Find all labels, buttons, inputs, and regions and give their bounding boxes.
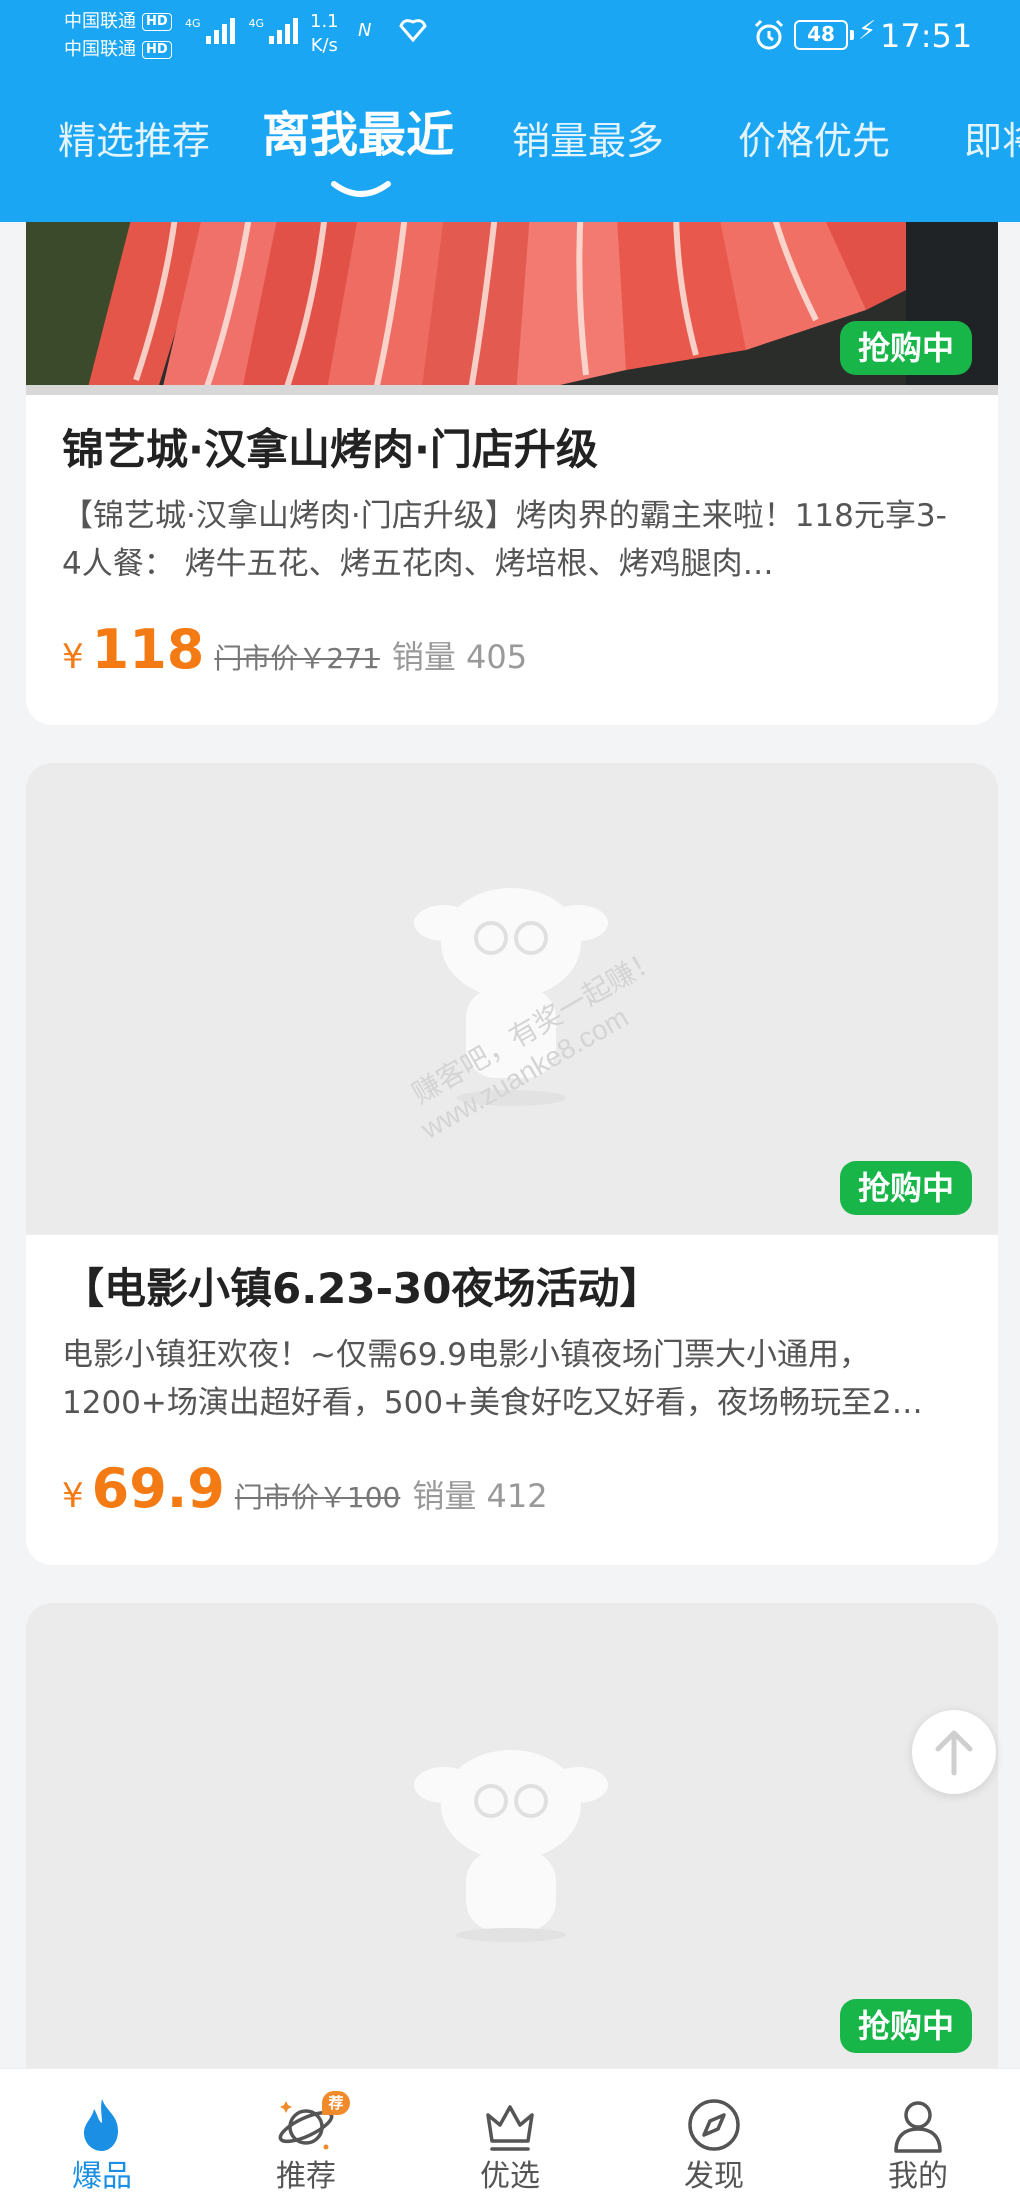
network-speed: 1.1 K/s — [310, 11, 339, 56]
tab-coming-soon[interactable]: 即将 — [964, 116, 1020, 166]
active-tab-indicator — [331, 181, 391, 197]
deal-description: 电影小镇狂欢夜！~仅需69.9电影小镇夜场门票大小通用，1200+场演出超好看，… — [62, 1337, 923, 1421]
arrow-up-icon — [935, 1730, 973, 1776]
deal-title: 锦艺城·汉拿山烤肉·门店升级 — [62, 425, 598, 474]
wifi-icon — [398, 16, 428, 46]
deal-image: 抢购中 — [26, 200, 998, 395]
carrier-name-2: 中国联通 — [64, 39, 136, 60]
hd-badge-1: HD — [142, 13, 172, 31]
nfc-icon: N — [358, 20, 372, 41]
status-badge: 抢购中 — [839, 1999, 972, 2053]
recommend-tag: 荐 — [322, 2091, 350, 2115]
nav-item-recommend[interactable]: 荐 推荐 — [204, 2069, 408, 2210]
compass-icon — [688, 2099, 740, 2151]
status-time: 17:51 — [880, 17, 973, 55]
currency-symbol: ¥ — [62, 637, 84, 677]
signal-icon-2: 4G — [249, 18, 299, 44]
charging-icon: ⚡ — [858, 16, 877, 46]
mascot-placeholder-icon — [414, 1750, 608, 1942]
carrier-info: 中国联通 HD 中国联通 HD — [64, 8, 172, 64]
tab-price[interactable]: 价格优先 — [738, 116, 890, 166]
price-row: ¥ 69.9 门市价￥100 销量 412 — [62, 1457, 548, 1520]
deal-image-placeholder: 赚客吧，有奖一起赚！ www.zuanke8.com 抢购中 — [26, 763, 998, 1235]
app-header: 中国联通 HD 中国联通 HD 4G 4G 1.1 K/s N 48 ⚡ 17:… — [0, 0, 1020, 222]
nav-item-profile[interactable]: 我的 — [816, 2069, 1020, 2210]
nav-label-discover: 发现 — [684, 2159, 744, 2194]
sales-count: 销量 412 — [412, 1477, 548, 1515]
nav-item-hot[interactable]: 爆品 — [0, 2069, 204, 2210]
alarm-icon — [752, 18, 786, 56]
nav-label-recommend: 推荐 — [276, 2159, 336, 2194]
carrier-name-1: 中国联通 — [64, 11, 136, 32]
status-badge: 抢购中 — [839, 321, 972, 375]
tab-best-selling[interactable]: 销量最多 — [512, 116, 664, 166]
deal-card[interactable]: 抢购中 — [26, 1603, 998, 2123]
hd-badge-2: HD — [142, 41, 172, 59]
category-tabs: 精选推荐 离我最近 销量最多 价格优先 即将 — [0, 100, 1020, 210]
deal-price: 69.9 — [91, 1457, 225, 1520]
bottom-navigation: 爆品 荐 推荐 优选 发现 我的 — [0, 2068, 1020, 2210]
deal-title: 【电影小镇6.23-30夜场活动】 — [62, 1264, 662, 1313]
nav-label-selected: 优选 — [480, 2159, 540, 2194]
crown-icon — [486, 2105, 534, 2151]
original-price: 门市价￥100 — [234, 1481, 401, 1514]
tab-nearby[interactable]: 离我最近 — [262, 110, 454, 160]
nav-label-profile: 我的 — [888, 2159, 948, 2194]
deal-card[interactable]: 赚客吧，有奖一起赚！ www.zuanke8.com 抢购中 【电影小镇6.23… — [26, 763, 998, 1565]
nav-item-selected[interactable]: 优选 — [408, 2069, 612, 2210]
scroll-to-top-button[interactable] — [912, 1710, 996, 1794]
sales-count: 销量 405 — [391, 638, 528, 676]
deal-image-placeholder: 抢购中 — [26, 1603, 998, 2073]
original-price: 门市价￥271 — [214, 642, 380, 675]
status-bar: 中国联通 HD 中国联通 HD 4G 4G 1.1 K/s N 48 ⚡ 17:… — [0, 0, 1020, 72]
user-icon — [894, 2101, 942, 2153]
signal-strength: 4G 4G — [185, 18, 299, 44]
flame-icon — [84, 2099, 118, 2151]
deal-card[interactable]: 抢购中 锦艺城·汉拿山烤肉·门店升级 【锦艺城·汉拿山烤肉·门店升级】烤肉界的霸… — [26, 200, 998, 725]
nav-item-discover[interactable]: 发现 — [612, 2069, 816, 2210]
battery-indicator: 48 — [794, 20, 854, 50]
status-badge: 抢购中 — [839, 1161, 972, 1215]
price-row: ¥ 118 门市价￥271 销量 405 — [62, 618, 527, 681]
signal-icon-1: 4G — [185, 18, 235, 44]
mascot-placeholder-icon: 赚客吧，有奖一起赚！ www.zuanke8.com — [407, 888, 665, 1145]
deal-description: 【锦艺城·汉拿山烤肉·门店升级】烤肉界的霸主来啦！118元享3-4人餐： 烤牛五… — [62, 498, 947, 582]
nav-label-hot: 爆品 — [72, 2159, 132, 2194]
tab-featured[interactable]: 精选推荐 — [58, 116, 210, 166]
currency-symbol: ¥ — [62, 1476, 84, 1516]
deal-price: 118 — [91, 618, 205, 681]
